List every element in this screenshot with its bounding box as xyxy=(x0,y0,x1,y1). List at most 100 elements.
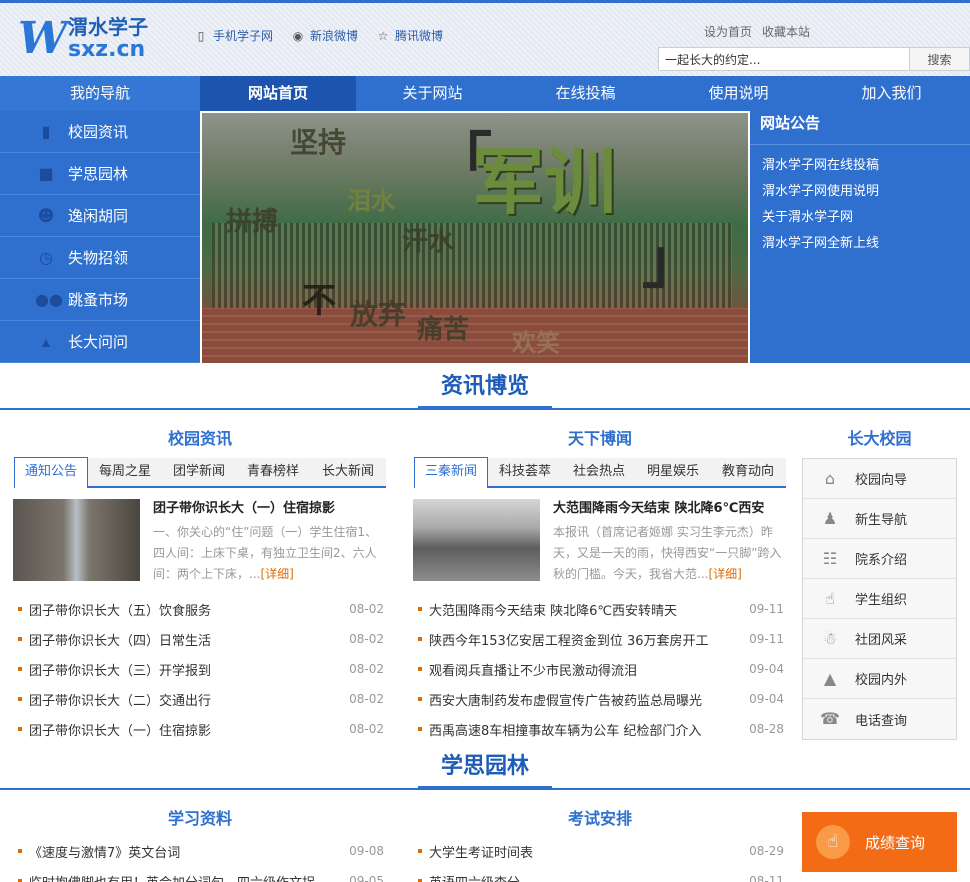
nav-home[interactable]: 网站首页 xyxy=(200,76,356,111)
mobile-link[interactable]: ▯ 手机学子网 xyxy=(194,27,273,44)
list-item[interactable]: 团子带你识长大（三）开学报到 08-02 xyxy=(18,654,384,684)
sina-weibo-link[interactable]: ◉ 新浪微博 xyxy=(291,27,358,44)
my-nav-label: 我的导航 xyxy=(0,76,200,111)
mobile-link-label: 手机学子网 xyxy=(213,29,274,43)
site-logo[interactable]: W 渭水学子 sxz.cn xyxy=(18,13,148,65)
tab-education[interactable]: 教育动向 xyxy=(710,458,786,486)
score-query-button[interactable]: ☝ 成绩查询 xyxy=(802,812,957,872)
banner-word: 欢笑 xyxy=(512,329,560,357)
bookmark-link[interactable]: 收藏本站 xyxy=(762,23,810,40)
campus-item-organizations[interactable]: ☝ 学生组织 xyxy=(803,579,956,619)
news-date: 08-28 xyxy=(749,722,784,736)
campus-item-departments[interactable]: ☷ 院系介绍 xyxy=(803,539,956,579)
news-date: 09-08 xyxy=(349,844,384,858)
banner-word: 放弃 xyxy=(350,298,407,331)
sidebar-item-leisure[interactable]: ☻ 逸闲胡同 xyxy=(0,195,200,237)
news-title: 西禹高速8车相撞事故车辆为公车 纪检部门介入 xyxy=(429,723,702,739)
tab-entertainment[interactable]: 明星娱乐 xyxy=(636,458,710,486)
feature-title[interactable]: 大范围降雨今天结束 陕北降6℃西安 xyxy=(553,499,787,519)
news-title: 英语四六级查分 xyxy=(429,872,520,882)
tab-league-news[interactable]: 团学新闻 xyxy=(162,458,236,486)
main-nav: 我的导航 网站首页 关于网站 在线投稿 使用说明 加入我们 xyxy=(0,76,970,111)
search-input[interactable] xyxy=(658,47,910,71)
set-home-link[interactable]: 设为首页 xyxy=(704,23,752,40)
list-item[interactable]: 英语四六级查分 08-11 xyxy=(418,866,784,882)
list-item[interactable]: 团子带你识长大（一）住宿掠影 08-02 xyxy=(18,714,384,744)
campus-item-freshman[interactable]: ♟ 新生导航 xyxy=(803,499,956,539)
detail-link[interactable]: [详细] xyxy=(260,567,293,581)
news-title: 陕西今年153亿安居工程资金到位 36万套房开工 xyxy=(429,633,709,649)
list-item[interactable]: 团子带你识长大（四）日常生活 08-02 xyxy=(18,624,384,654)
bottle-icon: ▮ xyxy=(41,121,51,141)
campus-item-around[interactable]: ▲ 校园内外 xyxy=(803,659,956,699)
list-item[interactable]: 团子带你识长大（二）交通出行 08-02 xyxy=(18,684,384,714)
news-date: 08-02 xyxy=(349,722,384,736)
sidebar-item-label: 长大问问 xyxy=(68,333,129,351)
tab-tech[interactable]: 科技荟萃 xyxy=(488,458,562,486)
tab-youth-models[interactable]: 青春榜样 xyxy=(236,458,310,486)
banner[interactable]: 坚持 泪水 拼搏 汗水 不 放弃 痛苦 欢笑 「 军训 」 xyxy=(200,111,750,363)
logo-mark: W xyxy=(18,13,68,64)
bullet xyxy=(418,637,422,641)
campus-item-phone[interactable]: ☎ 电话查询 xyxy=(803,699,956,739)
notice-item[interactable]: 渭水学子网使用说明 xyxy=(750,179,970,205)
sidebar-item-study-garden[interactable]: ■ 学思园林 xyxy=(0,153,200,195)
campus-feature: 团子带你识长大（一）住宿掠影 一、你关心的“住”问题（一）学生住宿1、四人间：上… xyxy=(13,499,387,585)
dormitory-photo[interactable] xyxy=(13,499,140,581)
nav-about[interactable]: 关于网站 xyxy=(356,76,509,111)
notice-item[interactable]: 关于渭水学子网 xyxy=(750,205,970,231)
tree-icon: ▲ xyxy=(823,668,837,688)
banner-track xyxy=(202,308,748,363)
news-title: 大学生考证时间表 xyxy=(429,845,534,861)
nav-submit[interactable]: 在线投稿 xyxy=(509,76,662,111)
banner-word: 拼搏 xyxy=(226,207,279,237)
detail-link[interactable]: [详细] xyxy=(708,567,741,581)
campus-item-guide[interactable]: ⌂ 校园向导 xyxy=(803,459,956,499)
exam-schedule-list: 大学生考证时间表 08-29 英语四六级查分 08-11 xyxy=(418,836,784,882)
traffic-photo[interactable] xyxy=(413,499,540,581)
feature-title[interactable]: 团子带你识长大（一）住宿掠影 xyxy=(153,499,387,519)
sidebar-item-label: 校园资讯 xyxy=(68,123,129,141)
news-date: 08-02 xyxy=(349,632,384,646)
tab-university-news[interactable]: 长大新闻 xyxy=(310,458,386,486)
campus-item-label: 新生导航 xyxy=(855,513,908,528)
tab-weekly-star[interactable]: 每周之星 xyxy=(88,458,162,486)
list-item[interactable]: 西禹高速8车相撞事故车辆为公车 纪检部门介入 08-28 xyxy=(418,714,784,744)
building-icon: ▴ xyxy=(41,331,51,351)
exam-schedule-title: 考试安排 xyxy=(567,809,632,828)
sidebar-item-lost-found[interactable]: ◷ 失物招领 xyxy=(0,237,200,279)
nav-help[interactable]: 使用说明 xyxy=(662,76,815,111)
person-icon: ☻ xyxy=(37,205,55,225)
banner-word: 不 xyxy=(302,281,336,321)
feature-desc-text: 本报讯（首席记者姬娜 实习生李元杰）昨天，又是一天的雨，快得西安“一只脚”跨入秋… xyxy=(553,525,782,581)
search-button[interactable]: 搜索 xyxy=(910,47,970,71)
tab-shaanxi-news[interactable]: 三秦新闻 xyxy=(414,457,488,488)
news-date: 08-02 xyxy=(349,602,384,616)
list-item[interactable]: 陕西今年153亿安居工程资金到位 36万套房开工 09-11 xyxy=(418,624,784,654)
phone-icon: ☎ xyxy=(820,709,840,728)
notice-item[interactable]: 渭水学子网在线投稿 xyxy=(750,153,970,179)
section-title: 资讯博览 xyxy=(418,370,552,410)
list-item[interactable]: 临时抱佛脚也有用！英会加分词句，四六级作文拐 09-05 xyxy=(18,866,384,882)
bullet xyxy=(18,849,22,853)
sidebar-item-qa[interactable]: ▴ 长大问问 xyxy=(0,321,200,363)
news-title: 大范围降雨今天结束 陕北降6℃西安转晴天 xyxy=(429,603,678,619)
sidebar-item-flea-market[interactable]: ●● 跳蚤市场 xyxy=(0,279,200,321)
list-item[interactable]: 观看阅兵直播让不少市民激动得流泪 09-04 xyxy=(418,654,784,684)
notice-item[interactable]: 渭水学子网全新上线 xyxy=(750,231,970,257)
tab-social[interactable]: 社会热点 xyxy=(562,458,636,486)
score-query-label: 成绩查询 xyxy=(865,833,926,852)
world-feature: 大范围降雨今天结束 陕北降6℃西安 本报讯（首席记者姬娜 实习生李元杰）昨天，又… xyxy=(413,499,787,585)
sidebar-item-campus-news[interactable]: ▮ 校园资讯 xyxy=(0,111,200,153)
campus-item-clubs[interactable]: ☃ 社团风采 xyxy=(803,619,956,659)
tab-notices[interactable]: 通知公告 xyxy=(14,457,88,488)
sidebar-item-label: 失物招领 xyxy=(68,249,129,267)
tencent-weibo-link[interactable]: ☆ 腾讯微博 xyxy=(376,27,443,44)
list-item[interactable]: 西安大唐制药发布虚假宣传广告被药监总局曝光 09-04 xyxy=(418,684,784,714)
list-item[interactable]: 团子带你识长大（五）饮食服务 08-02 xyxy=(18,594,384,624)
list-item[interactable]: 大范围降雨今天结束 陕北降6℃西安转晴天 09-11 xyxy=(418,594,784,624)
nav-join[interactable]: 加入我们 xyxy=(815,76,968,111)
feature-description: 一、你关心的“住”问题（一）学生住宿1、四人间：上床下桌，有独立卫生间2、六人间… xyxy=(153,522,387,585)
list-item[interactable]: 《速度与激情7》英文台词 09-08 xyxy=(18,836,384,866)
list-item[interactable]: 大学生考证时间表 08-29 xyxy=(418,836,784,866)
